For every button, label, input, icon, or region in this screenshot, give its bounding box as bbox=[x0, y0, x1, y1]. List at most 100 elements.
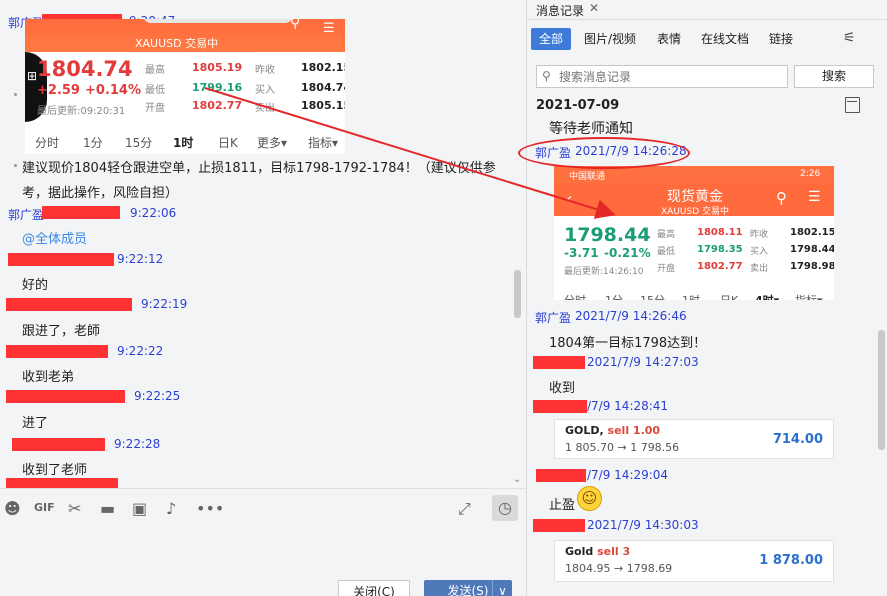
emoji-icon[interactable]: ☻ bbox=[4, 499, 21, 519]
scroll-down-icon[interactable]: ⌄ bbox=[513, 474, 521, 485]
stat-label: 最低 bbox=[145, 85, 165, 96]
search-icon: ⚲ bbox=[776, 189, 787, 207]
trade-symbol: GOLD, sell 1.00 bbox=[565, 424, 660, 437]
stat-label: 卖出 bbox=[255, 103, 275, 114]
quote-header: XAUUSD 交易中 ⚲ ☰ bbox=[25, 19, 345, 52]
trade-prices: 1 805.70 → 1 798.56 bbox=[565, 441, 680, 454]
period-tab: 指标▾ bbox=[795, 292, 823, 300]
quote-price: 1798.44 bbox=[564, 224, 651, 246]
stat-label: 最高 bbox=[145, 65, 165, 76]
filter-all[interactable]: 全部 bbox=[531, 28, 572, 50]
period-tab: 1时 bbox=[682, 292, 700, 300]
search-button[interactable]: 搜索 bbox=[794, 65, 874, 88]
history-filter-tabs: 全部 图片/视频 表情 在线文档 链接 ⚟ bbox=[527, 26, 887, 52]
quote-header: ‹ 现货黄金 XAUUSD 交易中 ⚲ ☰ bbox=[554, 183, 834, 217]
message-text: 收到老弟 bbox=[22, 370, 75, 385]
history-clock-icon[interactable]: ◷ bbox=[492, 495, 518, 521]
period-tab: 分时 bbox=[35, 136, 60, 150]
quote-price: 1804.74 bbox=[37, 57, 133, 81]
redacted-name bbox=[533, 356, 585, 369]
send-options-dropdown[interactable]: ∨ bbox=[492, 580, 512, 596]
history-message-text: 等待老师通知 bbox=[549, 121, 633, 137]
message-text: 进了 bbox=[22, 416, 49, 431]
history-search-field[interactable]: ⚲ bbox=[536, 65, 788, 88]
send-button[interactable]: 发送(S) ∨ bbox=[424, 580, 512, 596]
quote-title: XAUUSD 交易中 bbox=[135, 37, 219, 50]
trade-profit: 714.00 bbox=[772, 432, 823, 447]
redacted-name bbox=[533, 519, 585, 532]
period-tab: 日K bbox=[720, 292, 738, 300]
period-tab: 更多▾ bbox=[257, 136, 288, 150]
filter-media[interactable]: 图片/视频 bbox=[576, 28, 644, 50]
folder-icon[interactable]: ▬ bbox=[100, 499, 115, 519]
period-tab: 1时 bbox=[173, 136, 194, 150]
filter-icon[interactable]: ⚟ bbox=[843, 30, 856, 46]
message-time: 9:22:12 bbox=[117, 252, 164, 266]
quote-screenshot-image[interactable]: 中国联通 2:26 ‹ 现货黄金 XAUUSD 交易中 ⚲ ☰ 1798.44 … bbox=[554, 166, 834, 300]
trade-prices: 1804.95 → 1798.69 bbox=[565, 562, 673, 575]
history-date: 2021-07-09 bbox=[536, 98, 620, 113]
menu-icon: ☰ bbox=[808, 189, 821, 205]
period-tab: 15分 bbox=[640, 292, 665, 300]
send-button-label: 发送(S) bbox=[447, 584, 489, 596]
trade-result-image[interactable]: Gold sell 3 1804.95 → 1798.69 1 878.00 bbox=[554, 540, 834, 582]
trade-result-image[interactable]: GOLD, sell 1.00 1 805.70 → 1 798.56 714.… bbox=[554, 419, 834, 459]
chat-scrollbar[interactable] bbox=[514, 270, 521, 318]
stat-value: 1802.77 bbox=[192, 99, 243, 112]
gif-icon[interactable]: GIF bbox=[34, 501, 55, 521]
history-sender: 郭广盈 bbox=[535, 311, 572, 325]
period-tab: 指标▾ bbox=[308, 136, 339, 150]
more-icon[interactable]: ••• bbox=[196, 499, 224, 519]
search-icon: ⚲ bbox=[290, 19, 301, 31]
redacted-name bbox=[6, 390, 125, 403]
history-message-text: 1804第一目标1798达到！ bbox=[549, 336, 707, 351]
message-time: 9:22:22 bbox=[117, 344, 164, 358]
quote-change-pct: -0.21% bbox=[604, 246, 651, 260]
trade-symbol-text: GOLD, bbox=[565, 424, 604, 437]
quote-subtitle: XAUUSD 交易中 bbox=[661, 207, 730, 217]
bell-icon[interactable]: ♪ bbox=[166, 499, 176, 519]
stat-label: 买入 bbox=[750, 247, 769, 257]
stat-value: 1802.15 bbox=[790, 227, 834, 238]
image-icon[interactable]: ▣ bbox=[132, 499, 147, 519]
close-icon[interactable]: ✕ bbox=[589, 1, 599, 15]
message-text: 考，据此操作，风险自担） bbox=[22, 186, 179, 201]
history-scrollbar[interactable] bbox=[878, 330, 885, 450]
bullet bbox=[14, 164, 17, 167]
scissors-icon[interactable]: ✂ bbox=[68, 499, 81, 519]
history-tab-title: 消息记录 bbox=[536, 4, 585, 18]
trade-profit: 1 878.00 bbox=[759, 553, 823, 568]
message-history-panel: 消息记录 ✕ 全部 图片/视频 表情 在线文档 链接 ⚟ ⚲ 搜索 2021-0… bbox=[527, 0, 887, 596]
calendar-icon[interactable] bbox=[845, 97, 860, 113]
grin-emoji-icon: ☺ bbox=[577, 486, 602, 511]
history-time: /7/9 14:29:04 bbox=[587, 468, 669, 482]
carrier-label: 中国联通 bbox=[569, 172, 606, 182]
quote-title: 现货黄金 bbox=[667, 189, 723, 205]
stat-value: 1798.35 bbox=[697, 244, 743, 255]
trade-symbol-text: Gold bbox=[565, 545, 594, 558]
message-text: 好的 bbox=[22, 278, 49, 293]
stat-label: 最高 bbox=[657, 230, 676, 240]
period-tab: 15分 bbox=[125, 136, 153, 150]
filter-stickers[interactable]: 表情 bbox=[649, 28, 689, 50]
message-text: 建议现价1804轻仓跟进空单，止损1811，目标1798-1792-1784！（… bbox=[22, 161, 496, 176]
quote-screenshot-image[interactable]: XAUUSD 交易中 ⚲ ☰ ⊞ 1804.74 +2.59 +0.14% 最后… bbox=[25, 19, 345, 154]
history-tab[interactable]: 消息记录 ✕ bbox=[527, 0, 887, 20]
stat-value: 1805.15 bbox=[301, 99, 345, 112]
stat-value: 1805.19 bbox=[192, 61, 243, 74]
mention-all[interactable]: @全体成员 bbox=[22, 228, 87, 247]
expand-icon[interactable]: ⤢ bbox=[458, 499, 471, 519]
filter-docs[interactable]: 在线文档 bbox=[693, 28, 757, 50]
chat-message-list[interactable]: 郭广盈 9:20:47 XAUUSD 交易中 ⚲ ☰ ⊞ 1804.74 +2.… bbox=[0, 0, 526, 488]
history-search-input[interactable] bbox=[559, 68, 784, 85]
close-button[interactable]: 关闭(C) bbox=[338, 580, 410, 596]
stat-value: 1804.74 bbox=[301, 81, 345, 94]
trade-symbol: Gold sell 3 bbox=[565, 545, 630, 558]
stat-value: 1808.11 bbox=[697, 227, 743, 238]
stat-label: 昨收 bbox=[750, 230, 769, 240]
trade-side: sell 1.00 bbox=[607, 424, 661, 437]
filter-links[interactable]: 链接 bbox=[761, 28, 801, 50]
stat-value: 1798.44 bbox=[790, 244, 834, 255]
period-tab: 1分 bbox=[605, 292, 623, 300]
bullet bbox=[14, 93, 17, 96]
